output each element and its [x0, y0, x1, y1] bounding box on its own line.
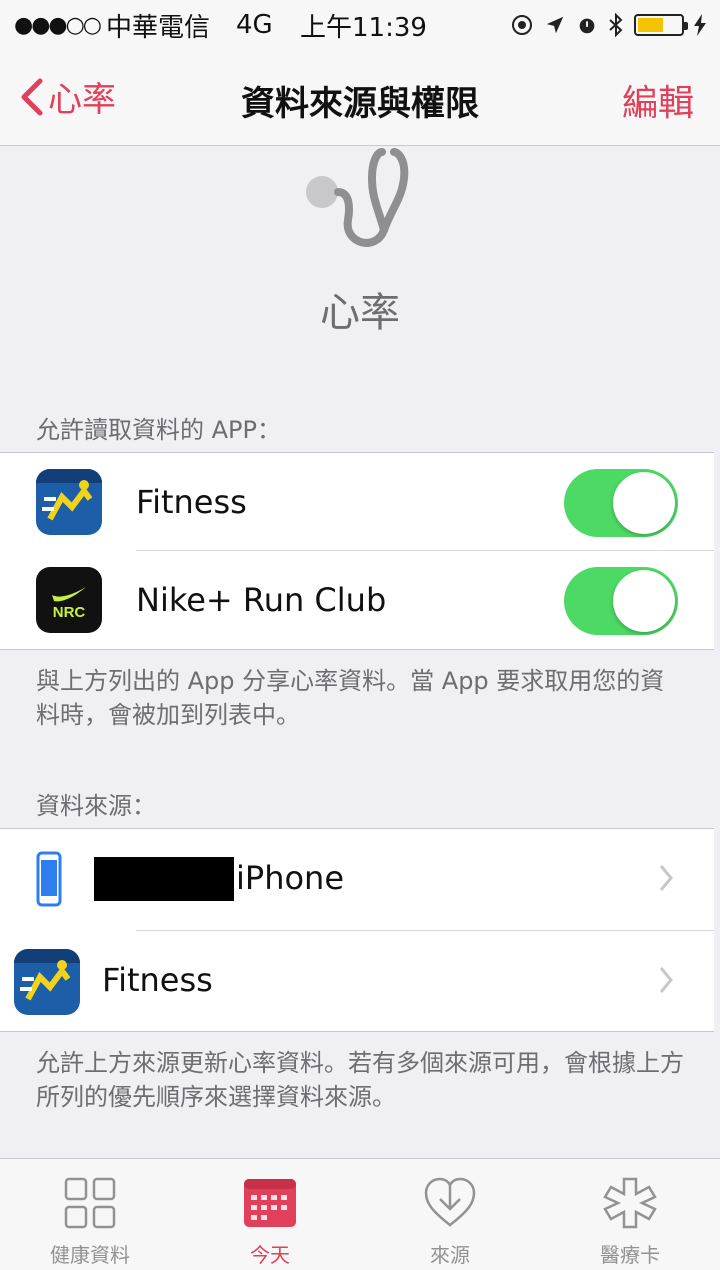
chevron-right-icon: [659, 967, 673, 993]
read-section-header: 允許讀取資料的 APP：: [36, 416, 281, 444]
signal-strength: ●●●○○: [14, 12, 102, 38]
app-row-fitness[interactable]: Fitness: [0, 453, 714, 551]
network-type: 4G: [236, 10, 273, 40]
battery-icon: [634, 14, 688, 36]
calendar-icon: [244, 1179, 296, 1227]
bluetooth-icon: [609, 13, 623, 37]
iphone-icon: [36, 851, 62, 907]
svg-text:NRC: NRC: [53, 604, 86, 621]
tab-label: 來源: [430, 1243, 470, 1267]
medical-star-icon: [603, 1177, 657, 1229]
permission-toggle-nike[interactable]: [564, 567, 678, 635]
charging-icon: [694, 14, 706, 36]
navigation-bar: 心率 資料來源與權限 編輯: [0, 50, 720, 146]
status-bar: ●●●○○ 中華電信 4G 上午11:39: [0, 0, 720, 50]
source-name: iPhone: [236, 859, 345, 897]
tab-health-data[interactable]: 健康資料: [0, 1159, 180, 1270]
tab-label: 健康資料: [50, 1243, 130, 1267]
wahoo-fitness-icon: [36, 469, 102, 535]
tab-today[interactable]: 今天: [180, 1159, 360, 1270]
redacted-name: [94, 857, 234, 901]
permission-toggle-fitness[interactable]: [564, 469, 678, 537]
alarm-icon: [579, 18, 595, 34]
edit-button[interactable]: 編輯: [622, 74, 694, 126]
carrier-name: 中華電信: [105, 12, 210, 43]
source-row-fitness[interactable]: Fitness: [0, 931, 714, 1033]
nike-nrc-icon: NRC: [36, 567, 102, 633]
app-name: Fitness: [136, 483, 247, 521]
tab-bar: 健康資料 今天 來源 醫療卡: [0, 1158, 720, 1270]
page-title: 資料來源與權限: [241, 84, 479, 124]
tab-medical-id[interactable]: 醫療卡: [540, 1159, 720, 1270]
sources-section-header: 資料來源：: [36, 792, 156, 820]
sources-section-footer: 允許上方來源更新心率資料。若有多個來源可用，會根據上方所列的優先順序來選擇資料來…: [36, 1049, 684, 1111]
tab-label: 醫療卡: [600, 1243, 660, 1267]
read-apps-group: Fitness NRC Nike+ Run Club: [0, 452, 714, 650]
sources-group: iPhone Fitness: [0, 828, 714, 1032]
location-lock-icon: [512, 15, 532, 35]
header-title: 心率: [320, 290, 400, 336]
heart-download-icon: [424, 1177, 476, 1227]
app-row-nike-run-club[interactable]: NRC Nike+ Run Club: [0, 551, 714, 649]
source-row-iphone[interactable]: iPhone: [0, 829, 714, 931]
chevron-right-icon: [659, 865, 673, 891]
app-name: Nike+ Run Club: [136, 581, 387, 619]
wahoo-fitness-icon: [14, 949, 80, 1015]
status-icons: [510, 13, 706, 37]
tab-label: 今天: [250, 1243, 290, 1267]
location-arrow-icon: [546, 16, 564, 34]
stethoscope-icon: [306, 148, 409, 247]
source-name: Fitness: [102, 961, 213, 999]
grid-icon: [64, 1177, 116, 1229]
status-time: 上午11:39: [300, 12, 427, 43]
tab-sources[interactable]: 來源: [360, 1159, 540, 1270]
read-section-footer: 與上方列出的 App 分享心率資料。當 App 要求取用您的資料時，會被加到列表…: [36, 667, 665, 729]
